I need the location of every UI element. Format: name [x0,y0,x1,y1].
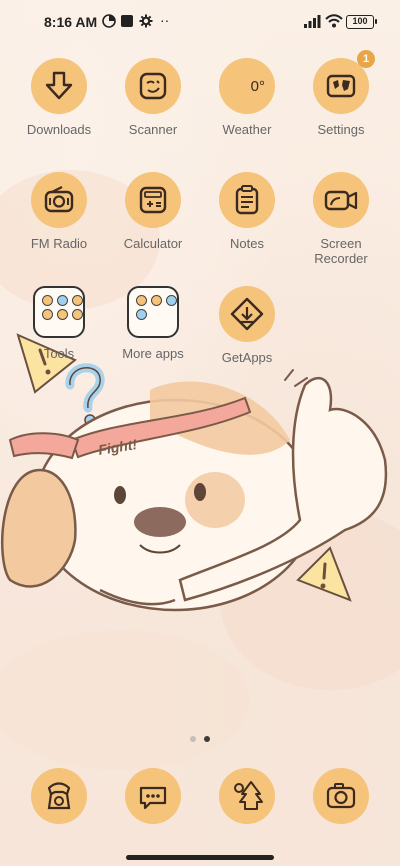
page-indicator [0,729,400,747]
weather-temperature: 0° [250,77,265,95]
app-scanner[interactable]: Scanner [103,58,203,137]
app-label: Settings [317,122,365,137]
folder-app-thumbnail [57,309,68,320]
folder-app-thumbnail [42,309,53,320]
app-getapps[interactable]: GetApps [197,286,297,365]
app-calculator[interactable]: Calculator [103,172,203,251]
messages-icon [125,768,181,824]
question-mark [65,363,105,426]
calculator-icon [125,172,181,228]
app-label: Screen Recorder [314,236,368,266]
notification-badge: 1 [357,50,375,68]
folder-icon [127,286,179,338]
data-saver-icon [102,14,116,33]
app-label: Scanner [128,122,178,137]
phone-icon [31,768,87,824]
notification-square-icon [120,14,134,33]
folder-icon [33,286,85,338]
home-gesture-bar[interactable] [126,855,274,860]
getapps-icon [219,286,275,342]
app-downloads[interactable]: Downloads [9,58,109,137]
app-label: Downloads [26,122,92,137]
status-bar: 8:16 AM ·· 100 [0,0,400,44]
folder-tools[interactable]: Tools [9,286,109,361]
download-icon [31,58,87,114]
dock-gallery[interactable] [197,768,297,824]
more-notifications-icon: ·· [160,12,170,28]
dock-camera[interactable] [291,768,391,824]
camera-icon [313,768,369,824]
screen-recorder-icon [313,172,369,228]
page-dot-1[interactable] [190,736,196,742]
app-weather[interactable]: 0° Weather [197,58,297,137]
folder-app-thumbnail [136,309,147,320]
gear-icon [139,14,153,33]
battery-indicator: 100 [346,15,377,29]
app-label: Weather [222,122,272,137]
app-fm-radio[interactable]: FM Radio [9,172,109,251]
app-settings[interactable]: 1 Settings [291,50,391,137]
app-notes[interactable]: Notes [197,172,297,251]
folder-app-thumbnail [57,295,68,306]
app-label: More apps [122,346,184,361]
settings-icon: 1 [313,50,375,114]
clock: 8:16 AM [44,14,98,30]
dock-phone[interactable] [9,768,109,824]
folder-app-thumbnail [72,309,83,320]
scanner-icon [125,58,181,114]
app-label: GetApps [221,350,273,365]
folder-app-thumbnail [72,295,83,306]
page-dot-2-active[interactable] [204,736,210,742]
folder-app-thumbnail [42,295,53,306]
folder-app-thumbnail [166,295,177,306]
app-label: Calculator [123,236,183,251]
radio-icon [31,172,87,228]
folder-app-thumbnail [136,295,147,306]
signal-icon [304,15,322,33]
folder-app-thumbnail [151,295,162,306]
weather-icon: 0° [219,58,275,114]
notes-icon [219,172,275,228]
wifi-icon [325,14,343,33]
app-label: Notes [230,236,264,251]
dock-messages[interactable] [103,768,203,824]
app-screen-recorder[interactable]: Screen Recorder [291,172,391,266]
folder-more-apps[interactable]: More apps [103,286,203,361]
app-label: Tools [43,346,75,361]
gallery-icon [219,768,275,824]
app-label: FM Radio [30,236,88,251]
